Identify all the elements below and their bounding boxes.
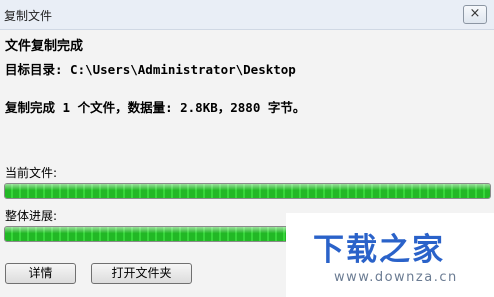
- current-file-label: 当前文件:: [5, 166, 58, 180]
- copy-summary: 复制完成 1 个文件，数据量: 2.8KB，2880 字节。: [5, 100, 306, 115]
- close-icon: ×: [469, 6, 481, 21]
- open-folder-button[interactable]: 打开文件夹: [91, 263, 192, 284]
- target-directory: 目标目录: C:\Users\Administrator\Desktop: [5, 62, 296, 77]
- watermark-url: www.downza.cn: [334, 270, 458, 285]
- window-title: 复制文件: [4, 9, 53, 23]
- title-bar: 复制文件 ×: [0, 0, 494, 30]
- close-button[interactable]: ×: [463, 5, 487, 24]
- status-heading: 文件复制完成: [5, 39, 84, 54]
- current-file-progress-bar: [4, 183, 491, 199]
- details-button[interactable]: 详情: [5, 263, 76, 284]
- current-file-progress-fill: [5, 184, 490, 198]
- overall-progress-label: 整体进展:: [5, 209, 58, 223]
- watermark: 下载之家 www.downza.cn: [286, 213, 494, 297]
- watermark-logo: 下载之家: [313, 232, 445, 268]
